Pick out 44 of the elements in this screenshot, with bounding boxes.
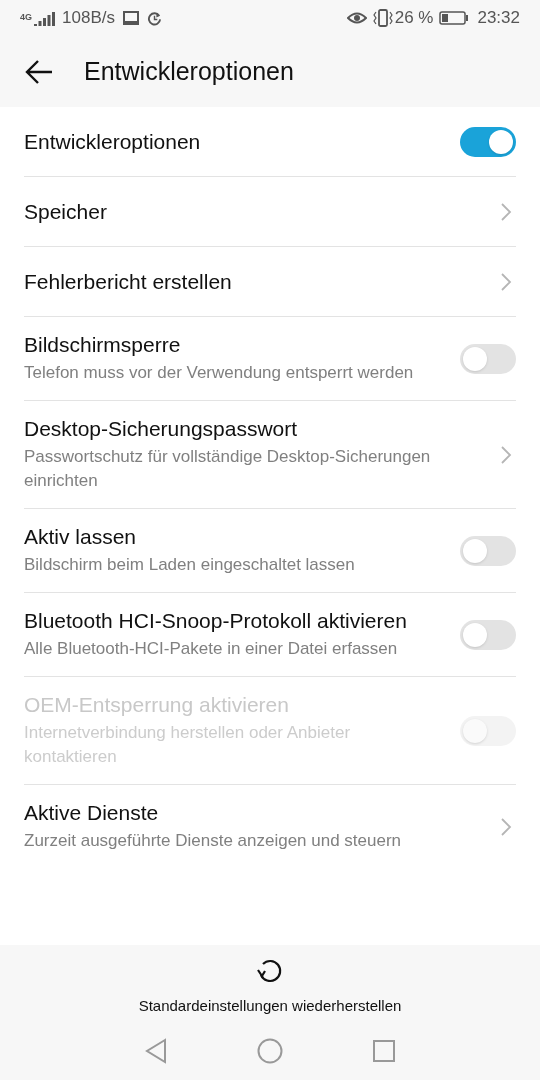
chevron-right-icon [500,444,512,465]
setting-title: Fehlerbericht erstellen [24,268,233,295]
setting-title: Bildschirmsperre [24,332,182,358]
image-icon [122,11,139,25]
chevron-right-icon [500,201,512,222]
eye-icon [346,11,367,25]
setting-title: Aktive Dienste [24,800,160,826]
toggle-switch[interactable] [460,343,516,374]
home-icon[interactable] [257,1037,283,1064]
toggle-switch[interactable] [460,126,516,157]
setting-description: Passwortschutz für vollständige Desktop-Sicherungen einrichten [24,446,432,492]
toggle-switch[interactable] [460,619,516,650]
network-speed: 108B/s [62,7,115,30]
settings-row[interactable]: Fehlerbericht erstellen [24,247,516,317]
setting-description: Alle Bluetooth-HCI-Pakete in einer Datei erfassen [24,638,399,660]
chevron-right-icon [500,816,512,837]
setting-title: Entwickleroptionen [24,128,202,155]
chevron-right-icon [500,271,512,292]
battery-percent: 26 % [394,7,434,30]
page-title: Entwickleroptionen [84,55,294,87]
setting-description: Telefon muss vor der Verwendung entsperrt werden [24,362,415,384]
settings-row[interactable]: Bluetooth HCI-Snoop-Protokoll aktivieren Alle Bluetooth-HCI-Pakete in einer Datei erfassen [24,593,516,677]
vibrate-icon [372,9,393,27]
settings-row[interactable]: Speicher [24,177,516,247]
settings-row[interactable]: Entwickleroptionen [24,107,516,177]
settings-row[interactable]: Bildschirmsperre Telefon muss vor der Verwendung entsperrt werden [24,317,516,401]
battery-icon [439,11,470,25]
recents-icon[interactable] [371,1037,397,1064]
back-icon[interactable] [143,1037,169,1064]
setting-description: Zurzeit ausgeführte Dienste anzeigen und steuern [24,830,403,852]
clock: 23:32 [477,7,520,30]
back-arrow-icon[interactable] [24,58,54,85]
settings-row[interactable]: Aktiv lassen Bildschirm beim Laden eingeschaltet lassen [24,509,516,593]
toggle-switch[interactable] [460,535,516,566]
setting-title: Bluetooth HCI-Snoop-Protokoll aktivieren [24,608,408,634]
settings-row[interactable]: Desktop-Sicherungspasswort Passwortschutz für vollständige Desktop-Sicherungen einrichten [24,401,516,509]
setting-title: Aktiv lassen [24,524,138,550]
signal-icon [34,10,56,26]
setting-description: Bildschirm beim Laden eingeschaltet lassen [24,554,356,576]
network-type: 4G [20,11,32,25]
setting-title: Desktop-Sicherungspasswort [24,416,299,442]
sync-icon [146,10,162,26]
settings-row[interactable]: Aktive Dienste Zurzeit ausgeführte Dienste anzeigen und steuern [24,785,516,868]
setting-title: Speicher [24,198,108,225]
